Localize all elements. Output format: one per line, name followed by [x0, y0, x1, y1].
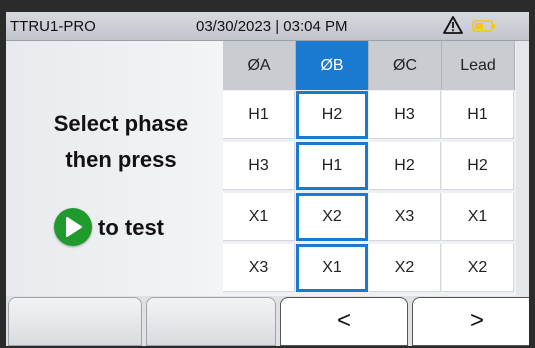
battery-icon	[472, 20, 495, 32]
softkey-2[interactable]	[146, 297, 276, 346]
table-cell[interactable]: X1	[442, 193, 514, 241]
table-cell[interactable]: H3	[369, 91, 441, 139]
column-header-phase-a[interactable]: ØA	[223, 41, 296, 90]
chevron-right-icon: >	[469, 307, 484, 334]
instruction-line-2: then press	[65, 147, 177, 172]
status-bar: TTRU1-PRO 03/30/2023 | 03:04 PM	[6, 12, 529, 41]
table-cell[interactable]: H1	[223, 91, 295, 139]
column-header-phase-c[interactable]: ØC	[369, 41, 442, 90]
instruction-line-1: Select phase	[53, 111, 189, 136]
device-screen: TTRU1-PRO 03/30/2023 | 03:04 PM Select p…	[6, 12, 529, 346]
instruction-panel: Select phase then press to test	[6, 41, 223, 296]
play-test-button[interactable]	[54, 208, 92, 246]
table-cell[interactable]: X1	[223, 193, 295, 241]
column-header-lead[interactable]: Lead	[442, 41, 515, 90]
table-cell-selected[interactable]: X2	[296, 193, 368, 241]
table-cell[interactable]: H3	[223, 142, 295, 190]
datetime: 03/30/2023 | 03:04 PM	[196, 18, 348, 35]
table-cell[interactable]: H1	[442, 91, 514, 139]
table-cell[interactable]: H2	[369, 142, 441, 190]
instruction-line-3: to test	[98, 215, 164, 240]
scroll-track	[516, 41, 529, 296]
table-cell[interactable]: X2	[369, 244, 441, 292]
table-cell[interactable]: X3	[369, 193, 441, 241]
softkey-bar: < >	[6, 296, 529, 346]
table-cell[interactable]: X3	[223, 244, 295, 292]
warning-icon	[443, 16, 463, 34]
table-cell-selected[interactable]: H2	[296, 91, 368, 139]
table-cell-selected[interactable]: X1	[296, 244, 368, 292]
table-cell[interactable]: X2	[442, 244, 514, 292]
next-button[interactable]: >	[412, 297, 529, 346]
play-icon	[66, 217, 82, 237]
table-cell[interactable]: H2	[442, 142, 514, 190]
device-name: TTRU1-PRO	[10, 18, 96, 35]
previous-button[interactable]: <	[280, 297, 408, 346]
chevron-left-icon: <	[336, 307, 351, 334]
column-header-phase-b[interactable]: ØB	[296, 41, 369, 90]
softkey-1[interactable]	[8, 297, 142, 346]
table-cell-selected[interactable]: H1	[296, 142, 368, 190]
